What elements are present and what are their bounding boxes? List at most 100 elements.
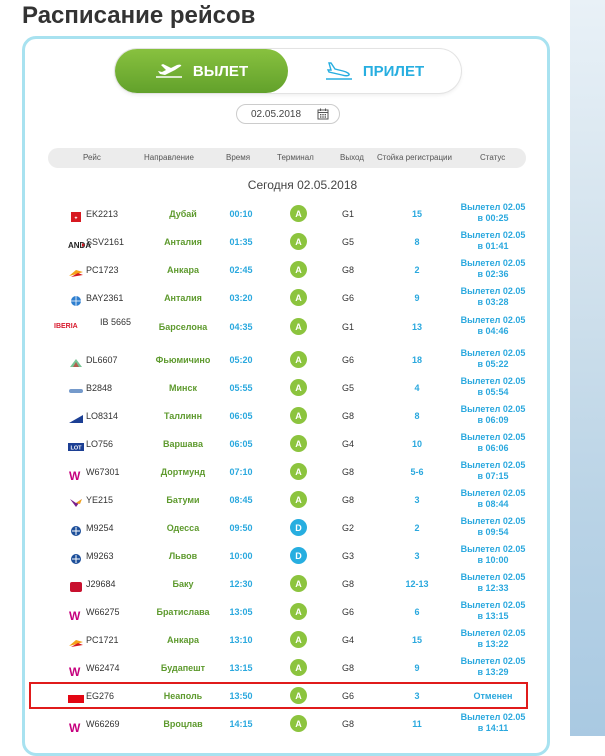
table-row[interactable]: M9263 Львов 10:00 D G3 3 Вылетел 02.05 в 10:00 — [48, 542, 526, 570]
airline-logo-text: W — [69, 721, 81, 735]
table-row[interactable]: M9254 Одесса 09:50 D G2 2 Вылетел 02.05 в 09:54 — [48, 514, 526, 542]
gate: G5 — [341, 383, 354, 393]
status-line-1: Вылетел 02.05 — [460, 376, 526, 386]
terminal-badge: A — [290, 631, 307, 648]
flight-status: Вылетел 02.05 в 13:29 — [453, 656, 533, 678]
checkin-counter: 15 — [411, 209, 422, 219]
table-row[interactable]: B2848 Минск 05:55 A G5 4 Вылетел 02.05 в 05:54 — [48, 374, 526, 402]
table-row[interactable]: W W67301 Дортмунд 07:10 A G8 5-6 Вылетел 02.05 в… — [48, 458, 526, 486]
flight-number[interactable]: PC1721 — [86, 635, 119, 645]
tab-arrivals-label: ПРИЛЕТ — [362, 62, 425, 80]
flight-status: Вылетел 02.05 в 05:22 — [453, 348, 533, 370]
airline-logo-icon — [68, 383, 84, 393]
gate: G8 — [341, 467, 354, 477]
terminal-badge: A — [290, 407, 307, 424]
calendar-icon[interactable] — [317, 108, 329, 120]
flight-status: Вылетел 02.05 в 07:15 — [453, 460, 533, 482]
flight-number[interactable]: YE215 — [86, 495, 113, 505]
gate: G4 — [341, 439, 354, 449]
table-row[interactable]: LO8314 Таллинн 06:05 A G8 8 Вылетел 02.05 в 06:… — [48, 402, 526, 430]
checkin-counter: 11 — [412, 719, 422, 729]
flight-number[interactable]: W67301 — [86, 467, 120, 477]
status-line-2: в 05:54 — [477, 387, 509, 397]
departure-time: 10:00 — [229, 551, 253, 561]
status-line-1: Вылетел 02.05 — [460, 600, 526, 610]
table-header: Рейс Направление Время Терминал Выход Ст… — [48, 148, 526, 168]
flight-number[interactable]: LO756 — [86, 439, 113, 449]
checkin-counter: 2 — [414, 523, 420, 533]
flight-number[interactable]: W62474 — [86, 663, 120, 673]
airline-logo-icon — [68, 495, 84, 507]
flight-status: Вылетел 02.05 в 05:54 — [453, 376, 533, 398]
terminal-badge: A — [290, 715, 307, 732]
airline-logo-icon — [68, 635, 84, 647]
table-row[interactable]: BAY2361 Анталия 03:20 A G6 9 Вылетел 02.05 в 03… — [48, 284, 526, 312]
airline-logo-icon: ✦ — [68, 209, 84, 222]
flight-status: Вылетел 02.05 в 02:36 — [453, 258, 533, 280]
airline-logo-text: W — [69, 469, 81, 483]
status-line-2: в 02:36 — [477, 269, 509, 279]
date-picker[interactable]: 02.05.2018 — [236, 104, 340, 124]
terminal-badge: A — [290, 463, 307, 480]
flight-number[interactable]: W66269 — [86, 719, 120, 729]
flight-number[interactable]: B2848 — [86, 383, 112, 393]
tab-departures-label: ВЫЛЕТ — [192, 62, 249, 80]
gate: G4 — [341, 635, 354, 645]
table-row[interactable]: PC1721 Анкара 13:10 A G4 15 Вылетел 02.05 в 13:… — [48, 626, 526, 654]
flight-status: Вылетел 02.05 в 13:22 — [453, 628, 533, 650]
tab-arrivals[interactable]: ПРИЛЕТ — [288, 49, 461, 93]
tab-departures[interactable]: ВЫЛЕТ — [115, 49, 288, 93]
checkin-counter: 18 — [411, 355, 422, 365]
flight-number[interactable]: SSV2161 — [86, 237, 124, 247]
status-line-1: Вылетел 02.05 — [460, 544, 526, 554]
table-row[interactable]: PC1723 Анкара 02:45 A G8 2 Вылетел 02.05 в 02:3… — [48, 256, 526, 284]
airline-logo-text: W — [69, 665, 81, 679]
flight-number[interactable]: LO8314 — [86, 411, 118, 421]
table-row[interactable]: W W66269 Вроцлав 14:15 A G8 11 Вылетел 02.05 в 1… — [48, 710, 526, 738]
checkin-counter: 10 — [411, 439, 422, 449]
table-row[interactable]: ANDA SSV2161 Анталия 01:35 A G5 8 Вылетел 02.05… — [48, 228, 526, 256]
airline-logo-icon: ANDA — [68, 237, 91, 250]
terminal-badge: A — [290, 603, 307, 620]
flight-number[interactable]: M9263 — [86, 551, 114, 561]
airline-logo-text: IBERIA — [54, 323, 78, 330]
table-row[interactable]: LOT LO756 Варшава 06:05 A G4 10 Вылетел 02.05 в … — [48, 430, 526, 458]
status-line-1: Вылетел 02.05 — [460, 404, 526, 414]
terminal-badge: A — [290, 205, 307, 222]
airline-logo-icon: W — [68, 467, 84, 483]
table-row[interactable]: W W66275 Братислава 13:05 A G6 6 Вылетел 02.05 в… — [48, 598, 526, 626]
status-line-1: Вылетел 02.05 — [460, 516, 526, 526]
table-row[interactable]: J29684 Баку 12:30 A G8 12-13 Вылетел 02.05 в 12… — [48, 570, 526, 598]
table-row[interactable]: YE215 Батуми 08:45 A G8 3 Вылетел 02.05 в 08:44 — [48, 486, 526, 514]
table-row[interactable]: W W62474 Будапешт 13:15 A G8 9 Вылетел 02.05 в 1… — [48, 654, 526, 682]
flight-number[interactable]: PC1723 — [86, 265, 119, 275]
checkin-counter: 5-6 — [410, 467, 424, 477]
checkin-counter: 3 — [414, 551, 420, 561]
checkin-counter: 15 — [411, 635, 422, 645]
table-row[interactable]: DL6607 Фьюмичино 05:20 A G6 18 Вылетел 02.05 в … — [48, 346, 526, 374]
status-line-2: в 07:15 — [477, 471, 509, 481]
flight-number[interactable]: M9254 — [86, 523, 114, 533]
status-line-1: Вылетел 02.05 — [460, 315, 526, 325]
departure-time: 01:35 — [229, 237, 253, 247]
checkin-counter: 9 — [414, 293, 420, 303]
terminal-badge: A — [290, 261, 307, 278]
flight-number[interactable]: DL6607 — [86, 355, 118, 365]
table-row[interactable]: IBERIA IB 5665 Барселона 04:35 A G1 13 Вылетел … — [48, 313, 526, 341]
status-line-2: в 09:54 — [477, 527, 509, 537]
gate: G6 — [341, 293, 354, 303]
status-line-2: в 06:06 — [477, 443, 509, 453]
table-row[interactable]: ✦ EK2213 Дубай 00:10 A G1 15 Вылетел 02.05 в 00:… — [48, 200, 526, 228]
status-line-1: Вылетел 02.05 — [460, 230, 526, 240]
terminal-badge: A — [290, 379, 307, 396]
status-line-2: в 08:44 — [477, 499, 509, 509]
status-line-2: в 06:09 — [477, 415, 509, 425]
checkin-counter: 3 — [414, 495, 420, 505]
flight-number[interactable]: W66275 — [86, 607, 120, 617]
flight-number[interactable]: EK2213 — [86, 209, 118, 219]
flight-number[interactable]: J29684 — [86, 579, 116, 589]
departure-time: 02:45 — [229, 265, 253, 275]
flight-status: Вылетел 02.05 в 00:25 — [453, 202, 533, 224]
flight-number[interactable]: BAY2361 — [86, 293, 123, 303]
departure-time: 06:05 — [229, 439, 253, 449]
